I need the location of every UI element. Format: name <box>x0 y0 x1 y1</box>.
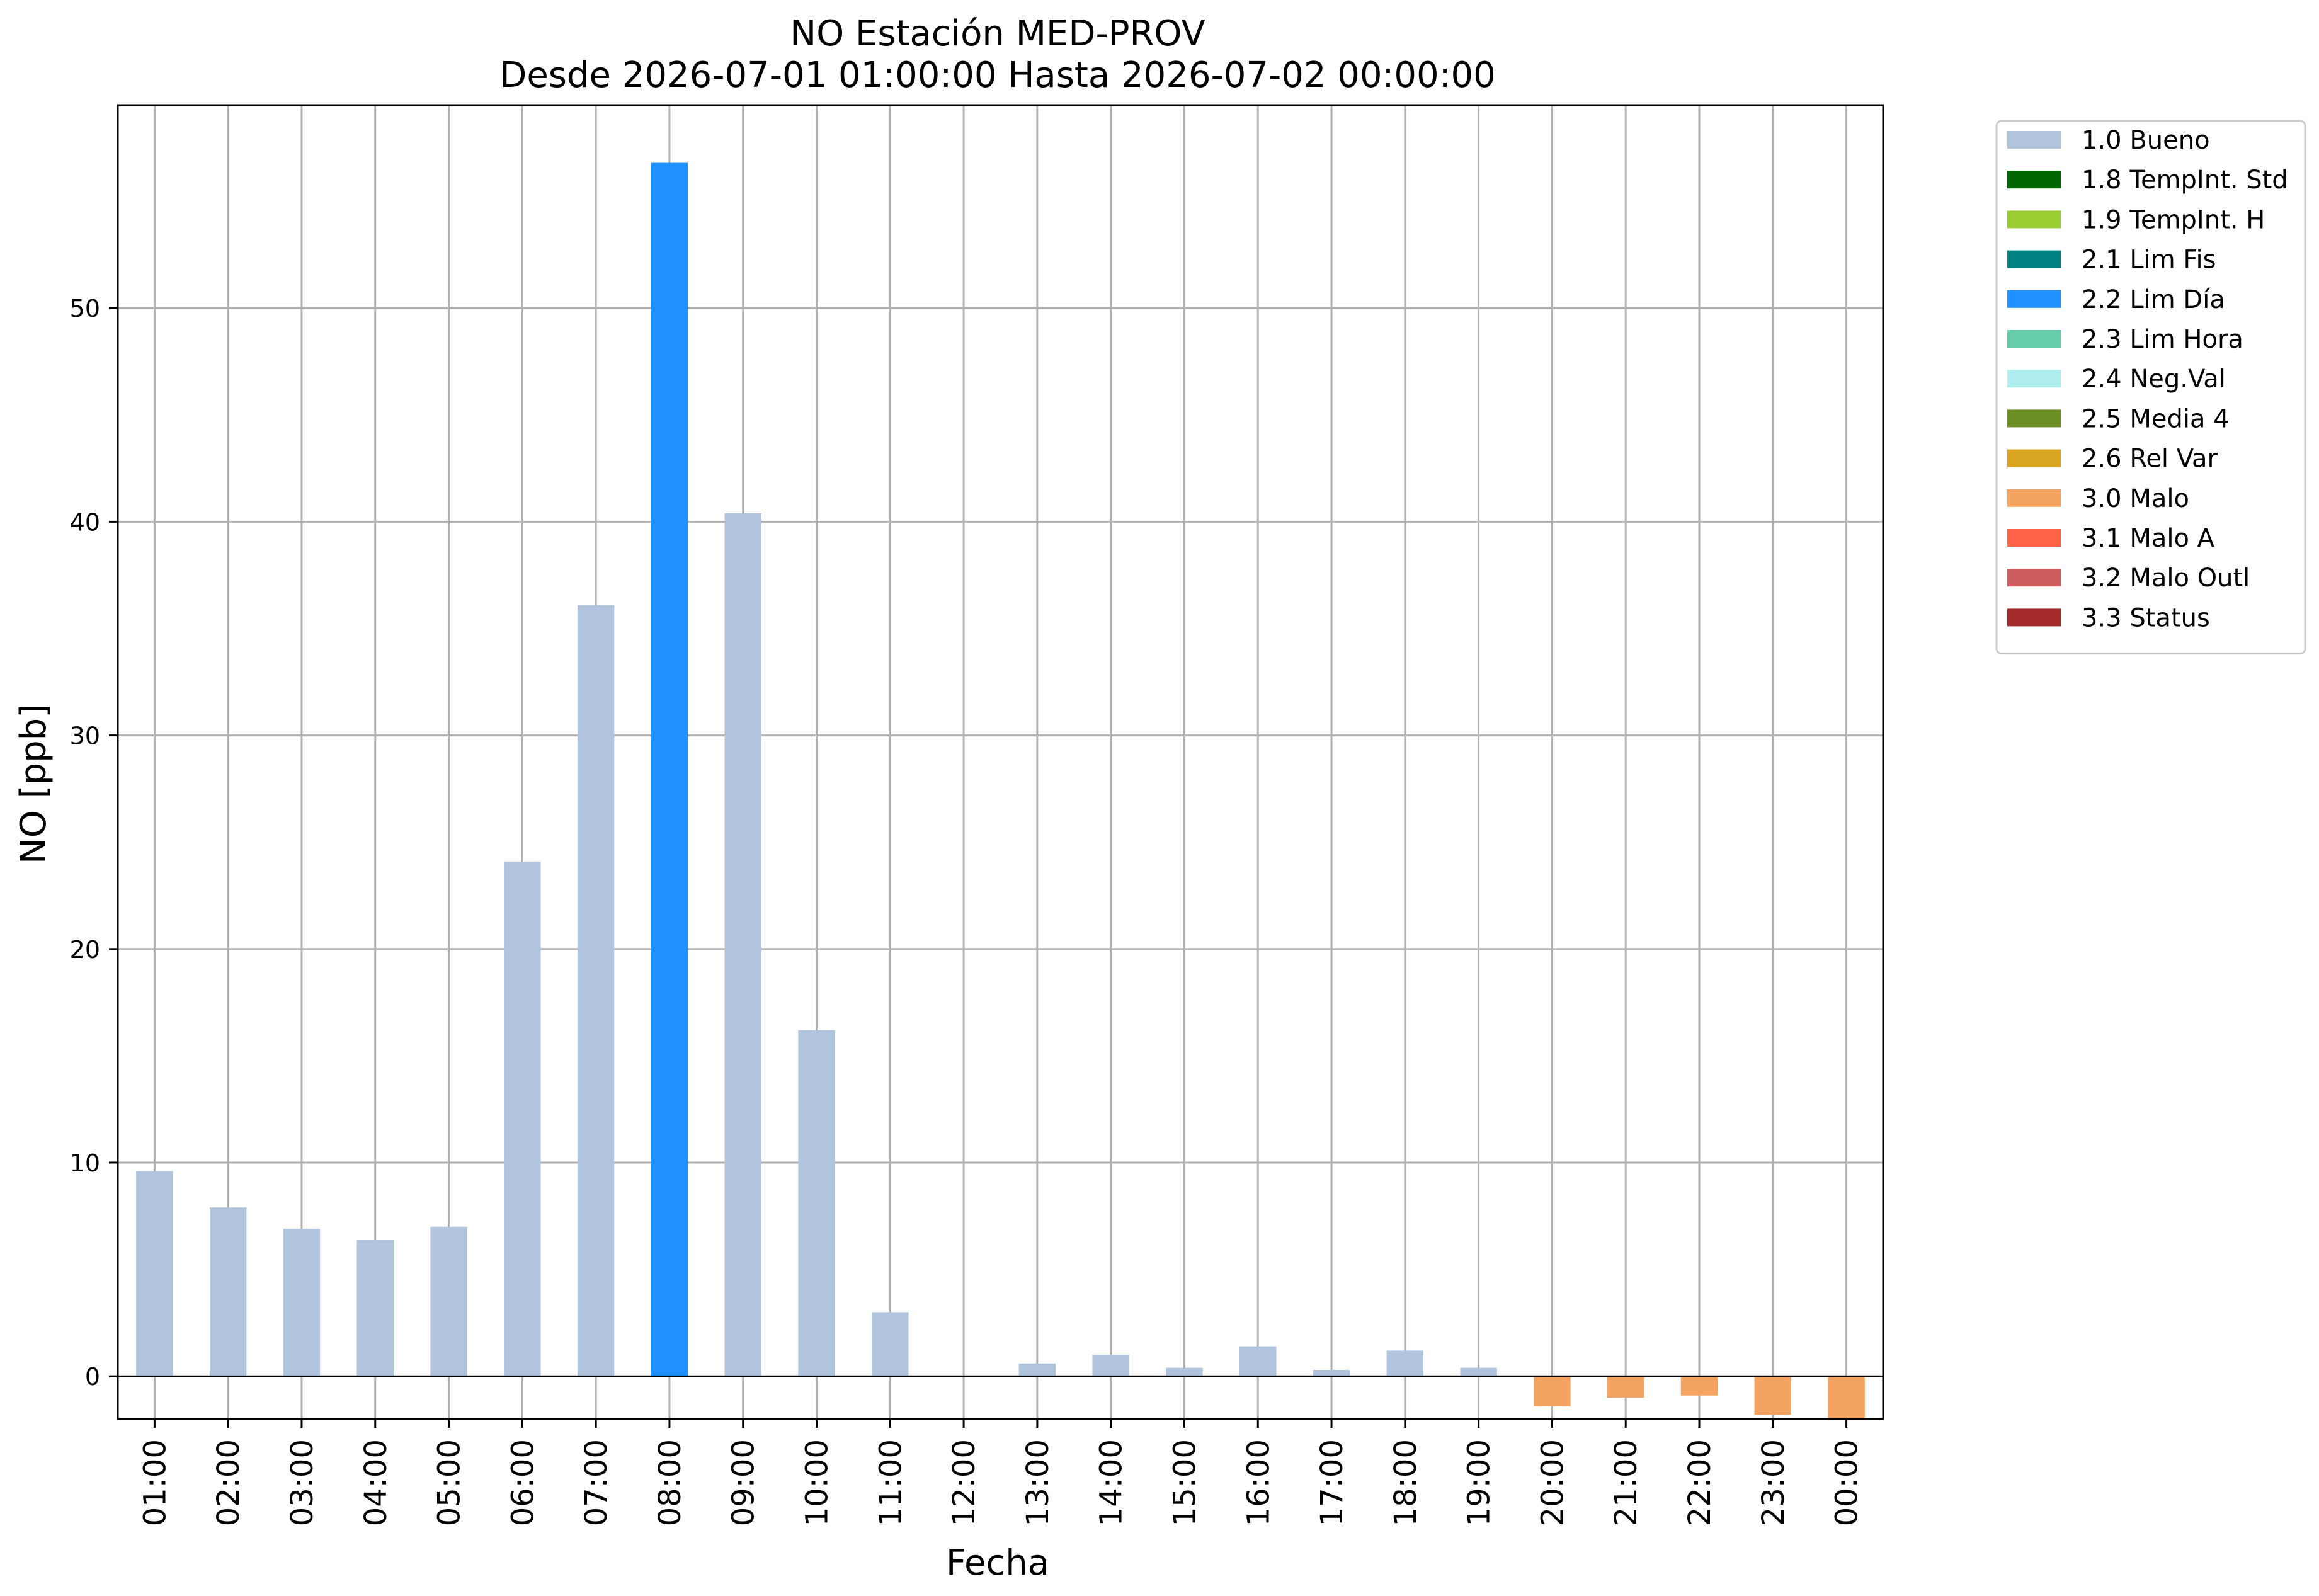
legend: 1.0 Bueno 1.8 TempInt. Std 1.9 TempInt. H 2… <box>1995 120 2306 655</box>
bar-1400 <box>1092 1355 1129 1377</box>
x-tick-label: 22:00 <box>1682 1439 1718 1526</box>
y-tick-label: 10 <box>70 1149 100 1177</box>
legend-swatch <box>2007 449 2061 467</box>
legend-label: 2.4 Neg.Val <box>2082 365 2226 394</box>
plot-frame <box>117 104 1884 1420</box>
x-tick-label: 06:00 <box>505 1439 540 1526</box>
x-tick-label: 20:00 <box>1535 1439 1570 1526</box>
bar-0500 <box>430 1226 467 1377</box>
bar-0000 <box>1828 1376 1865 1419</box>
legend-swatch <box>2007 171 2061 189</box>
legend-label: 2.6 Rel Var <box>2082 445 2218 474</box>
x-tick-label: 17:00 <box>1314 1439 1350 1526</box>
legend-label: 3.1 Malo A <box>2082 524 2215 553</box>
bar-0700 <box>577 605 615 1377</box>
x-tick-label: 14:00 <box>1094 1439 1129 1526</box>
bar-1900 <box>1460 1367 1497 1377</box>
legend-swatch <box>2007 569 2061 587</box>
x-tick-label: 18:00 <box>1388 1439 1423 1526</box>
x-tick-label: 15:00 <box>1167 1439 1202 1526</box>
bar-1100 <box>872 1312 909 1377</box>
legend-swatch <box>2007 370 2061 388</box>
x-tick-label: 12:00 <box>947 1439 982 1526</box>
y-tick-label: 20 <box>70 936 100 964</box>
legend-swatch <box>2007 489 2061 507</box>
x-tick-label: 07:00 <box>579 1439 614 1526</box>
no-bar-chart: NO Estación MED-PROV Desde 2026-07-01 01… <box>13 13 2306 1583</box>
x-tick-label: 02:00 <box>211 1439 246 1526</box>
legend-swatch <box>2007 210 2061 229</box>
legend-label: 2.3 Lim Hora <box>2082 325 2243 354</box>
bar-0800 <box>651 162 688 1377</box>
x-tick-label: 05:00 <box>432 1439 467 1526</box>
x-tick-label: 10:00 <box>800 1439 835 1526</box>
y-tick-label: 40 <box>70 508 100 536</box>
bar-1500 <box>1166 1367 1203 1377</box>
legend-label: 2.5 Media 4 <box>2082 404 2230 433</box>
legend-label: 3.3 Status <box>2082 603 2210 632</box>
bar-1800 <box>1386 1350 1424 1377</box>
chart-title: NO Estación MED-PROV <box>790 13 1205 54</box>
legend-swatch <box>2007 330 2061 348</box>
bars-group <box>136 162 1865 1419</box>
bar-2100 <box>1607 1376 1644 1398</box>
legend-label: 3.2 Malo Outl <box>2082 564 2250 593</box>
bar-0300 <box>283 1229 321 1377</box>
x-tick-label: 21:00 <box>1609 1439 1644 1526</box>
grid-lines <box>118 105 1883 1419</box>
y-axis-ticks: 0 10 20 30 40 50 <box>70 295 118 1391</box>
legend-swatch <box>2007 131 2061 149</box>
x-tick-label: 11:00 <box>873 1439 908 1526</box>
bar-2000 <box>1534 1376 1571 1406</box>
chart-subtitle: Desde 2026-07-01 01:00:00 Hasta 2026-07-… <box>499 55 1496 96</box>
bar-1000 <box>798 1030 835 1377</box>
y-axis-label: NO [ppb] <box>13 704 54 864</box>
legend-swatch <box>2007 250 2061 268</box>
x-tick-label: 19:00 <box>1462 1439 1497 1526</box>
bar-1300 <box>1018 1363 1056 1377</box>
legend-swatch <box>2007 290 2061 308</box>
x-tick-label: 09:00 <box>726 1439 761 1526</box>
legend-label: 1.0 Bueno <box>2082 126 2210 155</box>
bar-2300 <box>1754 1376 1792 1415</box>
x-axis-label: Fecha <box>946 1542 1049 1583</box>
legend-swatch <box>2007 529 2061 547</box>
legend-label: 1.9 TempInt. H <box>2082 205 2265 234</box>
y-tick-label: 0 <box>85 1363 100 1391</box>
x-axis-ticks: 01:00 02:00 03:00 04:00 05:00 06:00 07:00 08:00… <box>137 1419 1865 1526</box>
x-tick-label: 04:00 <box>358 1439 394 1526</box>
y-tick-label: 50 <box>70 295 100 322</box>
legend-label: 2.2 Lim Día <box>2082 285 2225 314</box>
bar-0600 <box>504 861 541 1377</box>
legend-label: 3.0 Malo <box>2082 484 2189 513</box>
bar-0100 <box>136 1171 173 1377</box>
x-tick-label: 00:00 <box>1830 1439 1865 1526</box>
y-tick-label: 30 <box>70 722 100 750</box>
x-tick-label: 16:00 <box>1241 1439 1276 1526</box>
bar-1600 <box>1239 1346 1277 1377</box>
bar-0200 <box>209 1207 247 1377</box>
x-tick-label: 01:00 <box>137 1439 173 1526</box>
bar-2200 <box>1680 1376 1718 1396</box>
bar-0900 <box>724 513 761 1377</box>
x-tick-label: 13:00 <box>1020 1439 1056 1526</box>
bar-1700 <box>1313 1369 1350 1377</box>
x-tick-label: 23:00 <box>1756 1439 1791 1526</box>
bar-0400 <box>356 1240 394 1377</box>
x-tick-label: 08:00 <box>652 1439 688 1526</box>
x-tick-label: 03:00 <box>285 1439 320 1526</box>
legend-label: 2.1 Lim Fis <box>2082 246 2216 275</box>
legend-swatch <box>2007 409 2061 428</box>
legend-swatch <box>2007 608 2061 627</box>
legend-label: 1.8 TempInt. Std <box>2082 166 2288 195</box>
